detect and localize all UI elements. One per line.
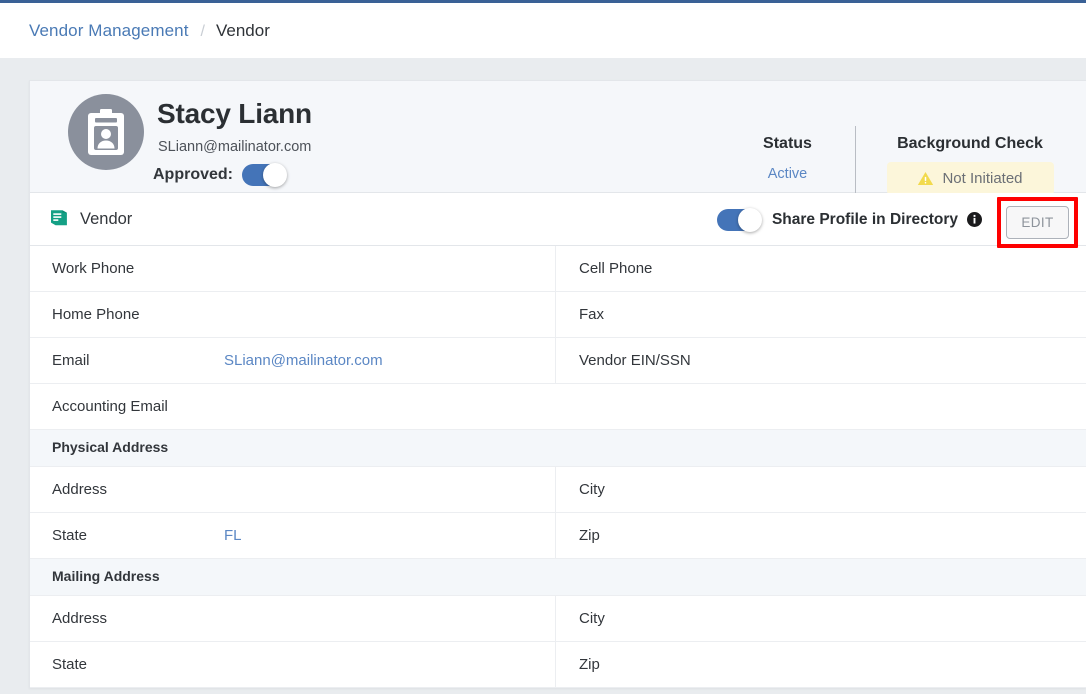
status-block: Status Active: [730, 135, 845, 182]
field-label: Zip: [579, 527, 600, 544]
field-cell-left: State: [30, 642, 555, 687]
field-cell-right: Fax: [555, 292, 1086, 337]
section-header: Mailing Address: [30, 559, 1086, 596]
field-label: Accounting Email: [52, 398, 168, 415]
section-header-title: Mailing Address: [52, 568, 160, 584]
field-label: Fax: [579, 306, 605, 323]
field-cell-left: Work Phone: [30, 246, 555, 291]
approved-toggle-knob: [263, 163, 287, 187]
tab-vendor[interactable]: Vendor: [49, 193, 132, 246]
vendor-profile-card: Stacy Liann SLiann@mailinator.com Approv…: [29, 80, 1086, 688]
id-badge-icon: [86, 109, 126, 155]
table-row: Work Phone Cell Phone: [30, 246, 1086, 292]
edit-button[interactable]: EDIT: [1006, 206, 1069, 239]
status-value[interactable]: Active: [730, 166, 845, 182]
avatar: [68, 94, 144, 170]
profile-header: Stacy Liann SLiann@mailinator.com Approv…: [30, 81, 1086, 206]
approved-label: Approved:: [153, 166, 233, 183]
field-label: City: [579, 481, 605, 498]
field-cell-right: [555, 384, 1086, 429]
field-value[interactable]: SLiann@mailinator.com: [224, 352, 383, 369]
book-icon: [49, 208, 70, 232]
page-body: Stacy Liann SLiann@mailinator.com Approv…: [0, 58, 1086, 694]
background-check-title: Background Check: [897, 135, 1043, 152]
field-label: Email: [52, 352, 90, 369]
status-title: Status: [763, 135, 812, 152]
field-cell-right: Zip: [555, 513, 1086, 558]
profile-email: SLiann@mailinator.com: [158, 139, 312, 155]
breadcrumb-link-vendor-management[interactable]: Vendor Management: [29, 21, 189, 41]
table-row: Email SLiann@mailinator.com Vendor EIN/SSN: [30, 338, 1086, 384]
field-cell-left: Address: [30, 467, 555, 512]
field-cell-left: State FL: [30, 513, 555, 558]
field-label: City: [579, 610, 605, 627]
field-cell-right: Cell Phone: [555, 246, 1086, 291]
field-label: Zip: [579, 656, 600, 673]
field-cell-right: Vendor EIN/SSN: [555, 338, 1086, 383]
field-label: Cell Phone: [579, 260, 653, 277]
breadcrumb-current-vendor: Vendor: [215, 20, 270, 40]
share-profile-toggle[interactable]: [716, 207, 762, 232]
breadcrumb: Vendor Management / Vendor: [0, 21, 270, 41]
section-header: Physical Address: [30, 430, 1086, 467]
field-label: Address: [52, 610, 108, 627]
breadcrumb-bar: Vendor Management / Vendor: [0, 3, 1086, 58]
breadcrumb-separator: /: [200, 22, 205, 40]
table-row: Address City: [30, 596, 1086, 642]
field-label: Vendor EIN/SSN: [579, 352, 691, 369]
profile-name: Stacy Liann: [157, 98, 312, 129]
tab-vendor-label: Vendor: [80, 210, 133, 228]
table-row: Address City: [30, 467, 1086, 513]
field-cell-right: City: [555, 596, 1086, 641]
field-cell-left: Home Phone: [30, 292, 555, 337]
tab-bar: Vendor Share Profile in Directory EDIT: [30, 193, 1086, 248]
field-value[interactable]: FL: [224, 527, 242, 544]
status-badge-label: Not Initiated: [942, 170, 1023, 187]
approved-toggle[interactable]: [242, 163, 287, 187]
share-profile-group: Share Profile in Directory: [716, 193, 982, 246]
app-root: Vendor Management / Vendor Stacy Liann S…: [0, 0, 1086, 694]
field-cell-right: Zip: [555, 642, 1086, 687]
section-header-title: Physical Address: [52, 439, 169, 455]
table-row: State Zip: [30, 642, 1086, 688]
table-row: State FL Zip: [30, 513, 1086, 559]
info-circle-icon[interactable]: [967, 212, 982, 227]
field-cell-right: City: [555, 467, 1086, 512]
status-badge[interactable]: Not Initiated: [886, 162, 1054, 195]
background-check-block: Background Check Not Initiated: [875, 135, 1065, 195]
field-label: Address: [52, 481, 108, 498]
edit-button-highlight: EDIT: [997, 197, 1078, 248]
field-cell-left: Email SLiann@mailinator.com: [30, 338, 555, 383]
vendor-details-table: Work Phone Cell Phone Home Phone Fax Email SL…: [30, 246, 1086, 688]
field-label: Work Phone: [52, 260, 135, 277]
share-profile-toggle-knob: [737, 207, 762, 232]
share-profile-label: Share Profile in Directory: [771, 210, 958, 228]
approved-row: Approved:: [153, 163, 287, 187]
table-row: Accounting Email: [30, 384, 1086, 430]
field-label: State: [52, 656, 88, 673]
field-cell-left: Accounting Email: [30, 384, 555, 429]
field-label: State: [52, 527, 88, 544]
field-label: Home Phone: [52, 306, 140, 323]
field-cell-left: Address: [30, 596, 555, 641]
warning-triangle-icon: [917, 171, 934, 186]
table-row: Home Phone Fax: [30, 292, 1086, 338]
